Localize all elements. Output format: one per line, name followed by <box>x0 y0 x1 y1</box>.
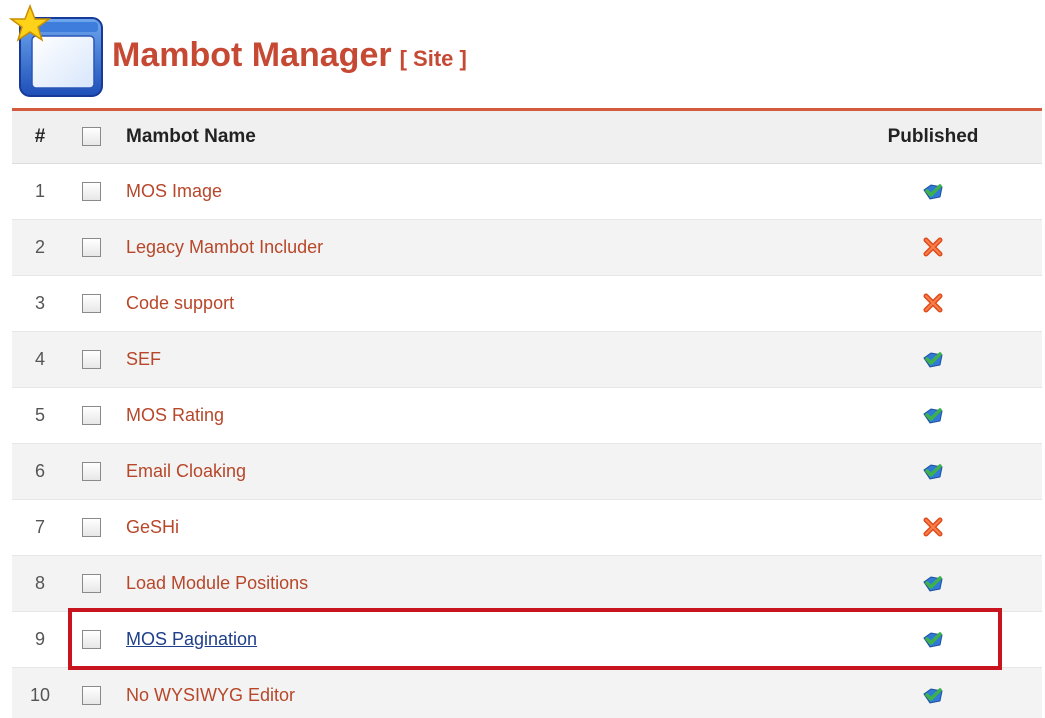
mambot-name-link[interactable]: MOS Image <box>126 181 222 201</box>
table-row: 2 Legacy Mambot Includer <box>12 219 1042 276</box>
row-published-cell <box>824 667 1042 718</box>
row-checkbox[interactable] <box>82 406 101 426</box>
row-checkbox-cell <box>68 387 124 444</box>
table-row: 5 MOS Rating <box>12 387 1042 444</box>
row-checkbox-cell <box>68 275 124 332</box>
mambot-manager-icon <box>8 4 103 97</box>
table-row: 6 Email Cloaking <box>12 443 1042 500</box>
table-row: 7 GeSHi <box>12 499 1042 556</box>
unpublished-x-icon[interactable] <box>921 291 945 315</box>
row-name-cell: SEF <box>124 331 824 388</box>
row-checkbox[interactable] <box>82 182 101 202</box>
mambot-name-link[interactable]: MOS Pagination <box>126 629 257 649</box>
row-number: 7 <box>12 499 68 556</box>
page-subtitle: [ Site ] <box>399 46 467 71</box>
row-checkbox-cell <box>68 611 124 668</box>
column-header-name[interactable]: Mambot Name <box>124 111 824 164</box>
table-row: 10 No WYSIWYG Editor <box>12 667 1042 718</box>
row-number: 8 <box>12 555 68 612</box>
row-published-cell <box>824 443 1042 500</box>
mambot-name-link[interactable]: Legacy Mambot Includer <box>126 237 323 257</box>
row-published-cell <box>824 331 1042 388</box>
row-checkbox[interactable] <box>82 350 101 370</box>
unpublished-x-icon[interactable] <box>921 235 945 259</box>
row-name-cell: Code support <box>124 275 824 332</box>
table-row: 8 Load Module Positions <box>12 555 1042 612</box>
row-published-cell <box>824 163 1042 220</box>
row-number: 3 <box>12 275 68 332</box>
row-checkbox[interactable] <box>82 518 101 538</box>
page-header: Mambot Manager [ Site ] <box>0 0 1045 106</box>
row-checkbox[interactable] <box>82 686 101 706</box>
row-published-cell <box>824 387 1042 444</box>
mambot-name-link[interactable]: Code support <box>126 293 234 313</box>
row-published-cell <box>824 275 1042 332</box>
row-name-cell: MOS Image <box>124 163 824 220</box>
select-all-checkbox[interactable] <box>82 127 101 147</box>
mambot-name-link[interactable]: MOS Rating <box>126 405 224 425</box>
row-checkbox-cell <box>68 443 124 500</box>
published-check-icon[interactable] <box>921 403 945 427</box>
row-name-cell: Email Cloaking <box>124 443 824 500</box>
row-published-cell <box>824 611 1042 668</box>
row-checkbox-cell <box>68 331 124 388</box>
mambot-name-link[interactable]: Email Cloaking <box>126 461 246 481</box>
row-checkbox[interactable] <box>82 294 101 314</box>
row-number: 9 <box>12 611 68 668</box>
page-title-text: Mambot Manager <box>112 36 392 74</box>
row-published-cell <box>824 499 1042 556</box>
row-name-cell: No WYSIWYG Editor <box>124 667 824 718</box>
row-checkbox-cell <box>68 667 124 718</box>
column-header-published[interactable]: Published <box>824 111 1042 164</box>
row-name-cell: Load Module Positions <box>124 555 824 612</box>
row-published-cell <box>824 555 1042 612</box>
row-number: 2 <box>12 219 68 276</box>
table-header-row: # Mambot Name Published <box>12 111 1042 164</box>
column-header-number: # <box>12 111 68 164</box>
table-row: 1 MOS Image <box>12 163 1042 220</box>
row-checkbox[interactable] <box>82 462 101 482</box>
table-row: 4 SEF <box>12 331 1042 388</box>
mambot-name-link[interactable]: Load Module Positions <box>126 573 308 593</box>
row-number: 5 <box>12 387 68 444</box>
row-name-cell: GeSHi <box>124 499 824 556</box>
mambot-name-link[interactable]: No WYSIWYG Editor <box>126 685 295 705</box>
page-title: Mambot Manager [ Site ] <box>112 36 467 75</box>
table-row: 3 Code support <box>12 275 1042 332</box>
row-checkbox-cell <box>68 163 124 220</box>
row-published-cell <box>824 219 1042 276</box>
published-check-icon[interactable] <box>921 683 945 707</box>
row-checkbox[interactable] <box>82 238 101 258</box>
row-number: 1 <box>12 163 68 220</box>
published-check-icon[interactable] <box>921 347 945 371</box>
row-checkbox-cell <box>68 499 124 556</box>
row-name-cell: Legacy Mambot Includer <box>124 219 824 276</box>
row-number: 10 <box>12 667 68 718</box>
unpublished-x-icon[interactable] <box>921 515 945 539</box>
row-name-cell: MOS Rating <box>124 387 824 444</box>
row-checkbox[interactable] <box>82 630 101 650</box>
published-check-icon[interactable] <box>921 627 945 651</box>
mambot-name-link[interactable]: SEF <box>126 349 161 369</box>
row-checkbox-cell <box>68 219 124 276</box>
mambot-name-link[interactable]: GeSHi <box>126 517 179 537</box>
row-number: 6 <box>12 443 68 500</box>
mambot-table: # Mambot Name Published 1 MOS Image 2 Legac… <box>12 111 1042 718</box>
column-header-select-all <box>68 111 124 164</box>
published-check-icon[interactable] <box>921 179 945 203</box>
published-check-icon[interactable] <box>921 459 945 483</box>
row-name-cell: MOS Pagination <box>124 611 824 668</box>
row-checkbox-cell <box>68 555 124 612</box>
table-row: 9 MOS Pagination <box>12 611 1042 668</box>
published-check-icon[interactable] <box>921 571 945 595</box>
row-number: 4 <box>12 331 68 388</box>
row-checkbox[interactable] <box>82 574 101 594</box>
